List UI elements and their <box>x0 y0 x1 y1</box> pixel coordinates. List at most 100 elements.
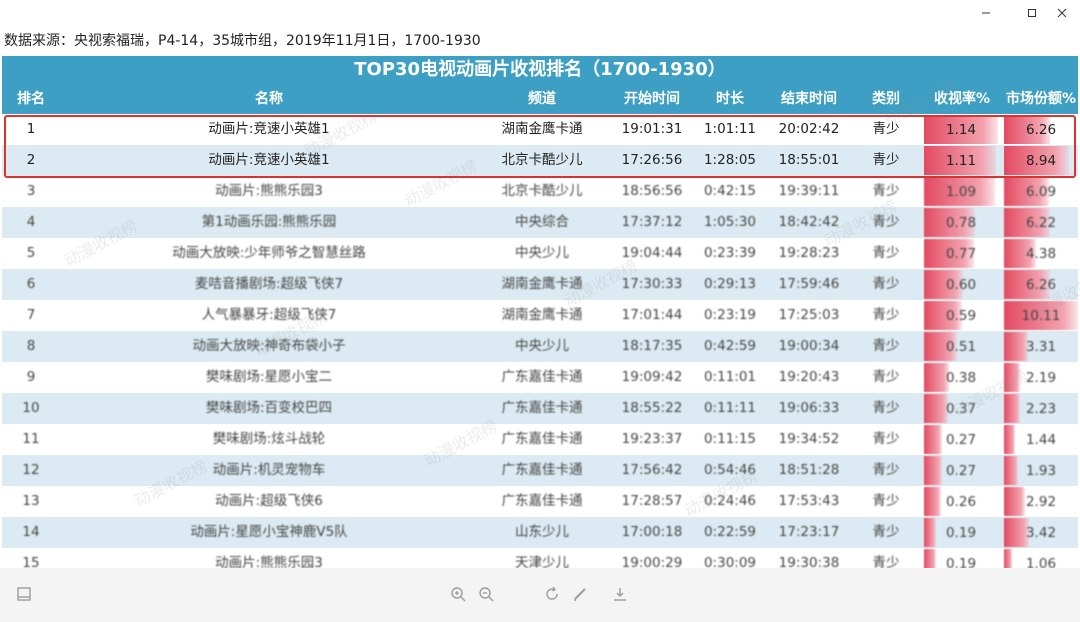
table-header-row: 排名 名称 频道 开始时间 时长 结束时间 类别 收视率% 市场份额% <box>2 84 1078 114</box>
end-time-cell: 17:53:43 <box>778 493 840 509</box>
start-time-cell: 17:01:44 <box>621 307 683 323</box>
header-start-time: 开始时间 <box>624 91 680 107</box>
name-cell: 动画片:熊熊乐园3 <box>215 555 323 568</box>
channel-cell: 中央少儿 <box>515 245 569 261</box>
rating-bar-value: 0.37 <box>945 401 977 417</box>
share-bar-cell: 1.44 <box>1004 425 1078 454</box>
share-bar-value: 1.93 <box>1025 463 1057 479</box>
zoom-out-icon[interactable] <box>474 582 498 606</box>
table-row: 15 动画片:熊熊乐园3 天津少儿 19:00:29 0:30:09 19:30:38 青少… <box>2 548 1078 568</box>
rank-cell: 5 <box>26 245 36 261</box>
channel-cell: 广东嘉佳卡通 <box>501 400 583 416</box>
start-time-cell: 18:17:35 <box>621 338 683 354</box>
category-cell: 青少 <box>872 524 900 540</box>
duration-cell: 0:22:59 <box>703 524 757 540</box>
rating-bar-value: 0.19 <box>945 556 977 568</box>
rating-bar-cell: 0.78 <box>924 208 998 237</box>
end-time-cell: 17:23:17 <box>778 524 840 540</box>
rank-cell: 8 <box>26 338 36 354</box>
name-cell: 动画大放映:神奇布袋小子 <box>192 338 346 354</box>
rating-bar-value: 1.11 <box>945 153 977 169</box>
rating-bar-cell: 0.19 <box>924 549 998 568</box>
category-cell: 青少 <box>872 369 900 385</box>
category-cell: 青少 <box>872 462 900 478</box>
category-cell: 青少 <box>872 214 900 230</box>
rating-bar-cell: 1.09 <box>924 177 998 206</box>
zoom-in-icon[interactable] <box>446 582 470 606</box>
share-bar-cell: 6.09 <box>1004 177 1078 206</box>
rating-bar-value: 1.14 <box>945 122 977 138</box>
start-time-cell: 17:28:57 <box>621 493 683 509</box>
rank-cell: 13 <box>22 493 40 509</box>
rating-bar-cell: 0.51 <box>924 332 998 361</box>
channel-cell: 北京卡酷少儿 <box>501 152 583 168</box>
table-title: TOP30电视动画片收视排名（1700-1930） <box>2 56 1078 84</box>
category-cell: 青少 <box>872 338 900 354</box>
rating-bar-cell: 0.27 <box>924 425 998 454</box>
share-bar-cell: 2.23 <box>1004 394 1078 423</box>
share-bar-value: 2.23 <box>1025 401 1057 417</box>
end-time-cell: 20:02:42 <box>778 121 840 137</box>
start-time-cell: 19:23:37 <box>621 431 683 447</box>
duration-cell: 1:28:05 <box>703 152 757 168</box>
table-row: 2 动画片:竞速小英雄1 北京卡酷少儿 17:26:56 1:28:05 18:55:01… <box>2 145 1078 176</box>
table-row: 8 动画大放映:神奇布袋小子 中央少儿 18:17:35 0:42:59 19:00:34… <box>2 331 1078 362</box>
share-bar-cell: 6.22 <box>1004 208 1078 237</box>
duration-cell: 0:42:59 <box>703 338 757 354</box>
end-time-cell: 19:00:34 <box>778 338 840 354</box>
close-icon[interactable] <box>1044 0 1080 26</box>
rating-bar-value: 0.77 <box>945 246 977 262</box>
rating-bar-cell: 1.14 <box>924 115 998 144</box>
name-cell: 动画片:竞速小英雄1 <box>208 152 330 168</box>
download-icon[interactable] <box>608 582 632 606</box>
channel-cell: 天津少儿 <box>515 555 569 568</box>
minimize-icon[interactable] <box>968 0 1004 26</box>
duration-cell: 0:23:39 <box>703 245 757 261</box>
rating-bar-cell: 0.38 <box>924 363 998 392</box>
category-cell: 青少 <box>872 121 900 137</box>
end-time-cell: 18:42:42 <box>778 214 840 230</box>
duration-cell: 0:54:46 <box>703 462 757 478</box>
table-row: 11 樊味剧场:炫斗战轮 广东嘉佳卡通 19:23:37 0:11:15 19:34:52… <box>2 424 1078 455</box>
share-bar-cell: 10.11 <box>1004 301 1078 330</box>
category-cell: 青少 <box>872 493 900 509</box>
share-bar-value: 1.06 <box>1025 556 1057 568</box>
start-time-cell: 17:37:12 <box>621 214 683 230</box>
bottom-toolbar <box>0 568 1080 622</box>
rotate-icon[interactable] <box>540 582 564 606</box>
name-cell: 动画片:竞速小英雄1 <box>208 121 330 137</box>
end-time-cell: 17:25:03 <box>778 307 840 323</box>
window-titlebar <box>0 0 1080 26</box>
duration-cell: 1:05:30 <box>703 214 757 230</box>
table-row: 6 麦咭音播剧场:超级飞侠7 湖南金鹰卡通 17:30:33 0:29:13 17:59:… <box>2 269 1078 300</box>
name-cell: 动画片:机灵宠物车 <box>212 462 326 478</box>
edit-pencil-icon[interactable] <box>568 582 592 606</box>
category-cell: 青少 <box>872 183 900 199</box>
start-time-cell: 19:09:42 <box>621 369 683 385</box>
rank-cell: 10 <box>22 400 40 416</box>
duration-cell: 0:11:15 <box>703 431 757 447</box>
save-image-icon[interactable] <box>12 582 36 606</box>
rank-cell: 3 <box>26 183 36 199</box>
share-bar-cell: 6.26 <box>1004 115 1078 144</box>
duration-cell: 0:11:01 <box>703 369 757 385</box>
rank-cell: 14 <box>22 524 40 540</box>
table-row: 9 樊味剧场:星愿小宝二 广东嘉佳卡通 19:09:42 0:11:01 19:20:43… <box>2 362 1078 393</box>
duration-cell: 0:23:19 <box>703 307 757 323</box>
channel-cell: 山东少儿 <box>515 524 569 540</box>
end-time-cell: 18:51:28 <box>778 462 840 478</box>
share-bar-value: 4.38 <box>1025 246 1057 262</box>
start-time-cell: 19:01:31 <box>621 121 683 137</box>
share-bar-value: 10.11 <box>1021 308 1061 324</box>
rating-bar-cell: 0.37 <box>924 394 998 423</box>
channel-cell: 中央综合 <box>515 214 569 230</box>
rank-cell: 2 <box>26 152 36 168</box>
rating-bar-cell: 0.26 <box>924 487 998 516</box>
duration-cell: 1:01:11 <box>703 121 757 137</box>
share-bar-cell: 3.42 <box>1004 518 1078 547</box>
channel-cell: 湖南金鹰卡通 <box>501 307 583 323</box>
share-bar-cell: 1.93 <box>1004 456 1078 485</box>
rating-bar-value: 0.19 <box>945 525 977 541</box>
channel-cell: 北京卡酷少儿 <box>501 183 583 199</box>
end-time-cell: 19:06:33 <box>778 400 840 416</box>
